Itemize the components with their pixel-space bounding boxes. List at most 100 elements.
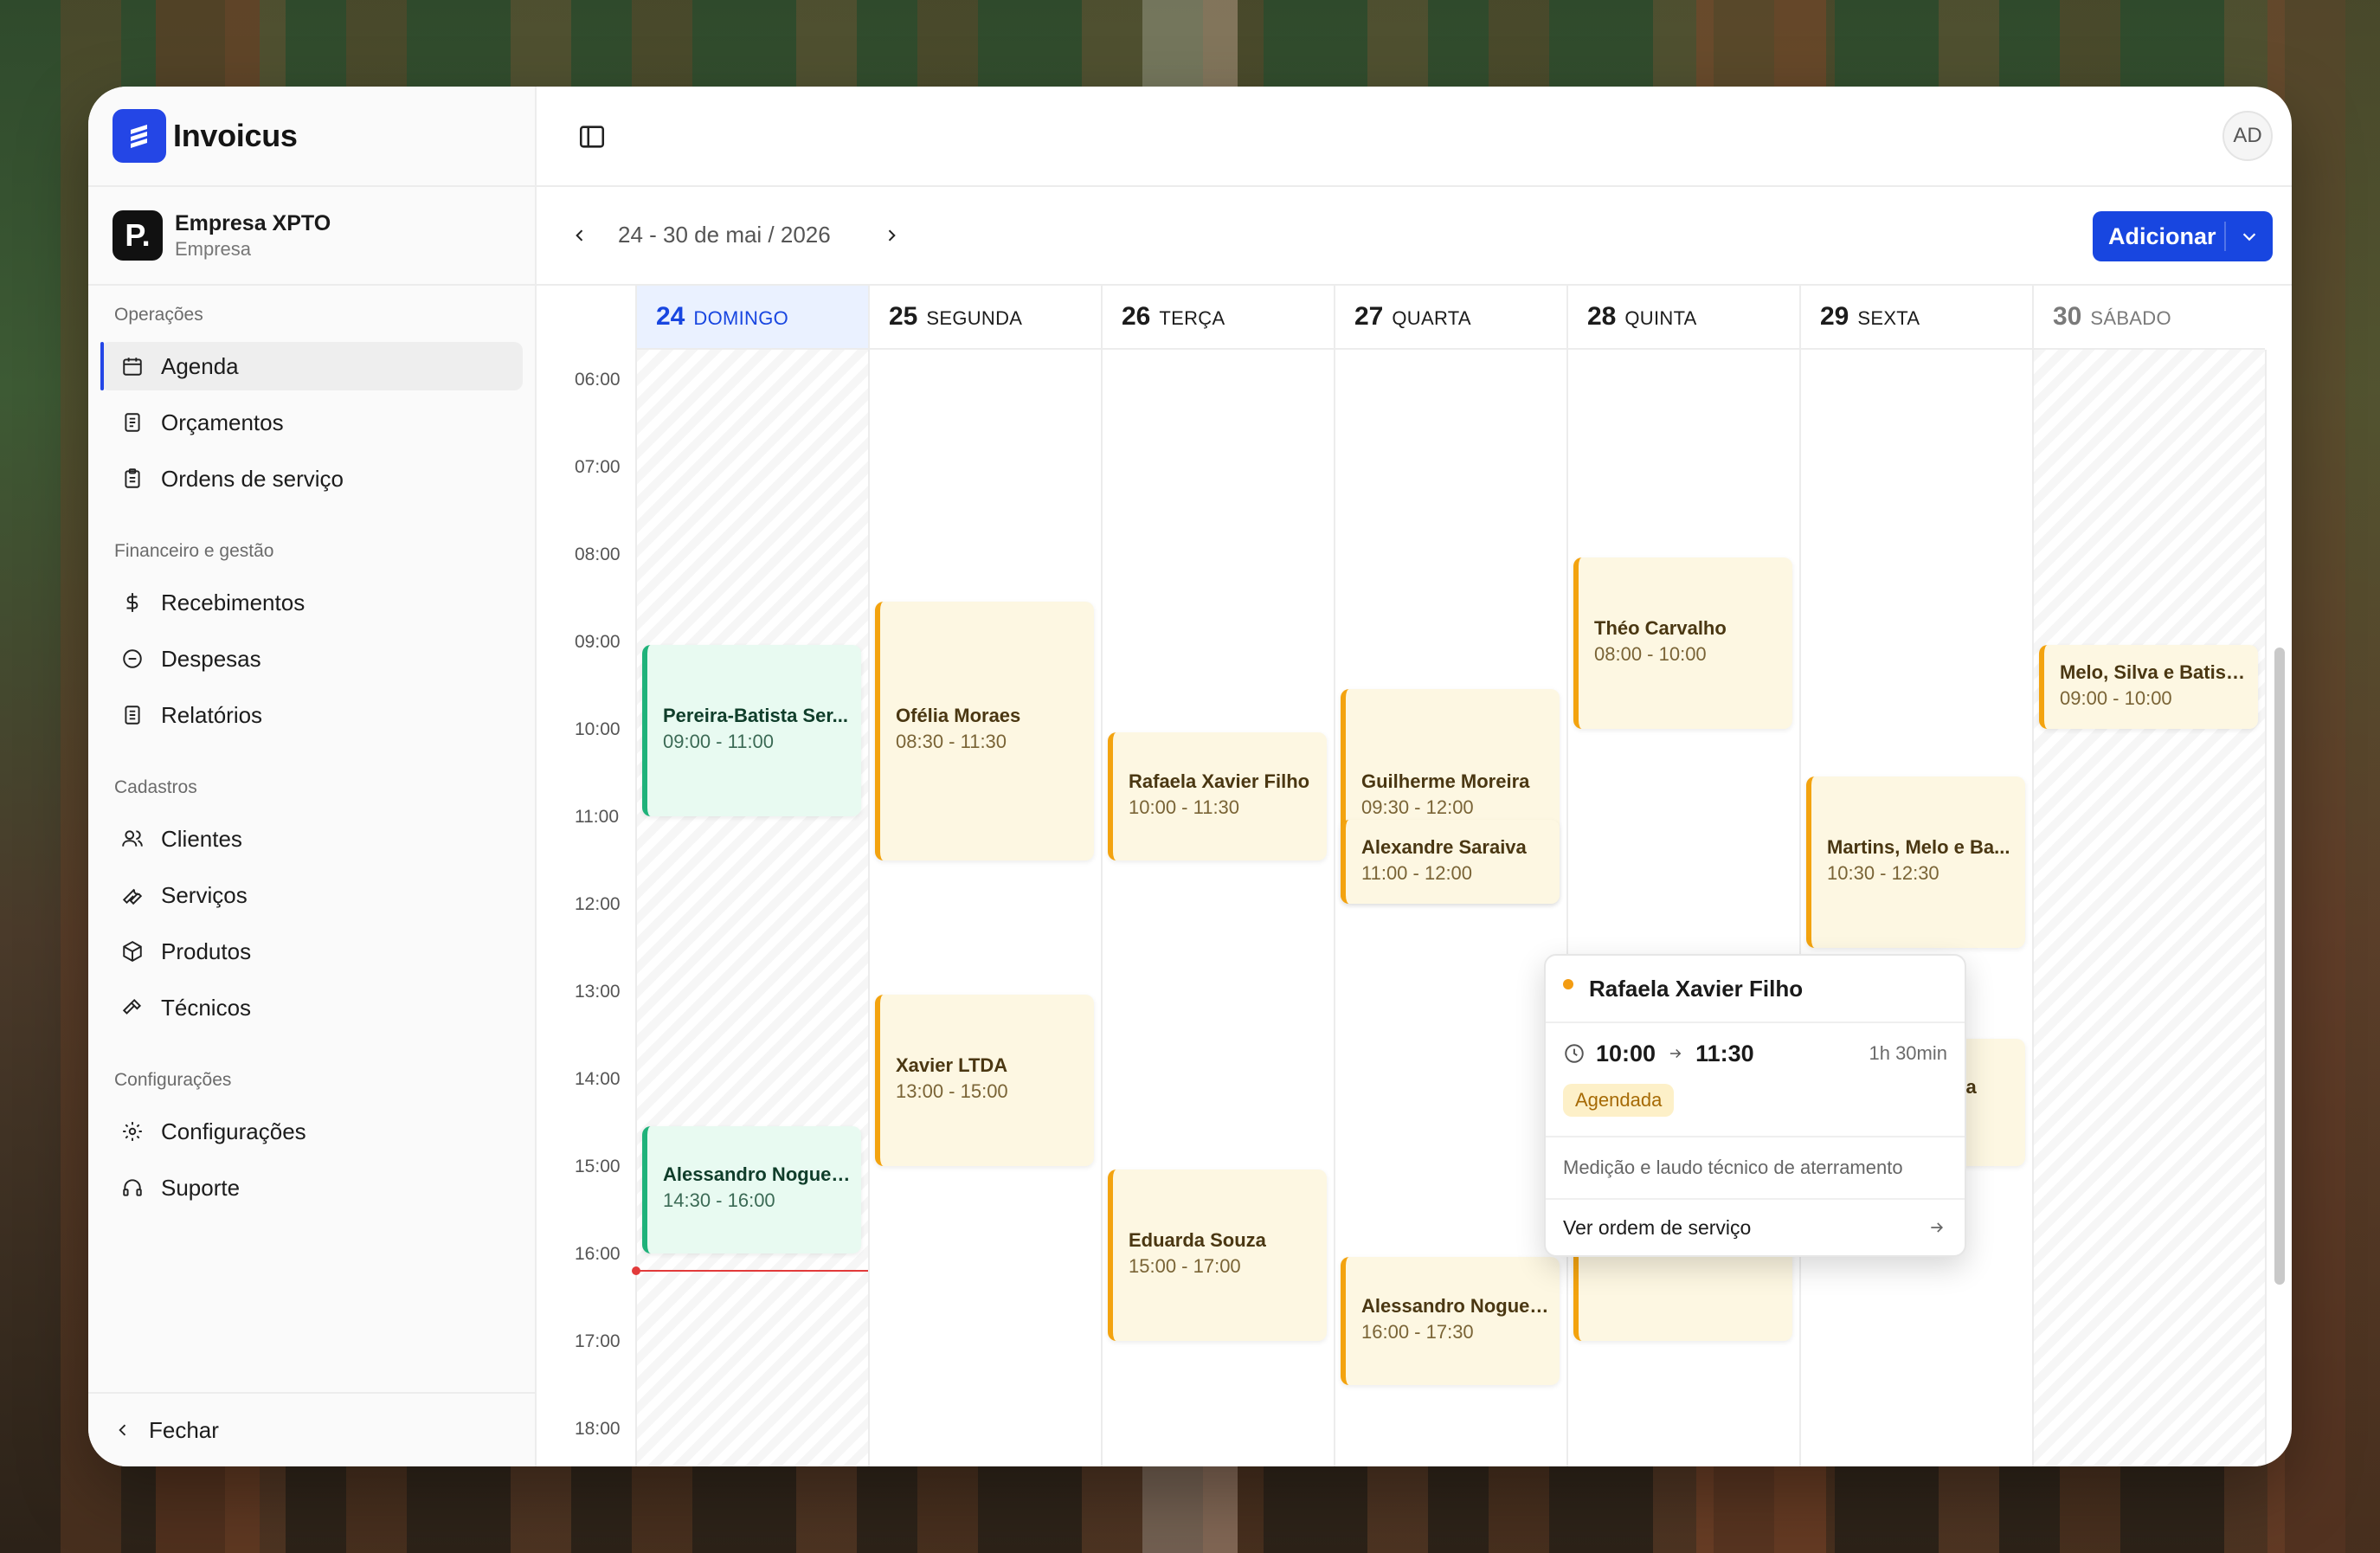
package-icon — [119, 938, 145, 964]
add-button[interactable]: Adicionar — [2093, 211, 2273, 261]
event-time: 14:30 - 16:00 — [663, 1189, 775, 1212]
day-column[interactable] — [2032, 350, 2265, 1466]
event-title: Théo Carvalho — [1594, 617, 1727, 639]
day-number: 30 — [2053, 302, 2082, 331]
sidebar-item-label: Configurações — [161, 1118, 306, 1144]
day-header[interactable]: 24 DOMINGO — [635, 286, 868, 350]
sidebar-item-despesas[interactable]: Despesas — [100, 635, 523, 683]
users-icon — [119, 826, 145, 852]
nav-section-title: Configurações — [114, 1070, 232, 1090]
weekday-name: SÁBADO — [2090, 307, 2171, 329]
sidebar: Invoicus P. Empresa XPTO Empresa Operaçõ… — [88, 87, 537, 1466]
sidebar-item-label: Produtos — [161, 938, 252, 964]
topbar: AD — [537, 87, 2292, 187]
calendar-event[interactable]: Eduarda Souza 15:00 - 17:00 — [1108, 1170, 1327, 1341]
clock-icon — [1563, 1042, 1586, 1065]
popover-time-row: 10:00 11:30 1h 30min — [1546, 1023, 1965, 1084]
company-name: Empresa XPTO — [175, 210, 331, 235]
day-header[interactable]: 26 TERÇA — [1101, 286, 1334, 350]
calendar-event[interactable]: Ofélia Moraes 08:30 - 11:30 — [875, 601, 1094, 860]
close-sidebar-label: Fechar — [149, 1416, 219, 1443]
sidebar-item-orcamentos[interactable]: Orçamentos — [100, 398, 523, 447]
sidebar-item-relatorios[interactable]: Relatórios — [100, 691, 523, 739]
weekday-name: DOMINGO — [693, 307, 789, 329]
headset-icon — [119, 1175, 145, 1201]
hour-label: 06:00 — [575, 370, 621, 390]
sidebar-item-produtos[interactable]: Produtos — [100, 927, 523, 976]
sidebar-item-ordens-de-servico[interactable]: Ordens de serviço — [100, 454, 523, 503]
hour-label: 09:00 — [575, 632, 621, 652]
sidebar-item-tecnicos[interactable]: Técnicos — [100, 983, 523, 1032]
gear-icon — [119, 1118, 145, 1144]
day-header[interactable]: 29 SEXTA — [1799, 286, 2032, 350]
popover-description: Medição e laudo técnico de aterramento — [1546, 1136, 1965, 1198]
avatar[interactable]: AD — [2222, 111, 2273, 161]
popover-title: Rafaela Xavier Filho — [1589, 975, 1804, 1002]
nav-section-title: Financeiro e gestão — [114, 541, 274, 561]
sidebar-item-label: Técnicos — [161, 994, 252, 1021]
report-icon — [119, 702, 145, 728]
day-header[interactable]: 27 QUARTA — [1334, 286, 1566, 350]
view-service-order-link[interactable]: Ver ordem de serviço — [1546, 1198, 1965, 1255]
company-switcher[interactable]: P. Empresa XPTO Empresa — [88, 187, 535, 286]
company-badge: P. — [113, 210, 163, 261]
calendar-event[interactable]: Théo Carvalho 08:00 - 10:00 — [1573, 557, 1792, 729]
sidebar-item-label: Recebimentos — [161, 589, 306, 615]
prev-week-button[interactable] — [564, 220, 595, 251]
calendar-toolbar: 24 - 30 de mai / 2026 Adicionar — [537, 187, 2292, 286]
popover-duration: 1h 30min — [1869, 1042, 1947, 1064]
sidebar-item-suporte[interactable]: Suporte — [100, 1163, 523, 1212]
day-header[interactable]: 28 QUINTA — [1566, 286, 1799, 350]
chevron-down-icon[interactable] — [2240, 227, 2259, 246]
calendar-event[interactable]: Martins, Melo e Ba... 10:30 - 12:30 — [1806, 776, 2025, 948]
current-time-dot — [632, 1266, 640, 1275]
sidebar-toggle-icon[interactable] — [575, 121, 609, 152]
sidebar-item-clientes[interactable]: Clientes — [100, 815, 523, 863]
popover-end-time: 11:30 — [1695, 1040, 1754, 1066]
calendar-scrollbar[interactable] — [2274, 648, 2285, 1285]
calendar-event[interactable]: Xavier LTDA 13:00 - 15:00 — [875, 995, 1094, 1166]
sidebar-item-agenda[interactable]: Agenda — [100, 342, 523, 390]
weekday-name: QUINTA — [1624, 307, 1697, 329]
calendar-event[interactable]: Alessandro Nogueira 14:30 - 16:00 — [642, 1125, 861, 1253]
calendar-event[interactable]: Alessandro Nogueira 16:00 - 17:30 — [1341, 1257, 1560, 1385]
event-time: 11:00 - 12:00 — [1361, 861, 1473, 884]
clipboard-icon — [119, 466, 145, 492]
event-title: Xavier LTDA — [896, 1054, 1008, 1076]
calendar-event[interactable]: Alexandre Saraiva 11:00 - 12:00 — [1341, 820, 1560, 904]
day-number: 27 — [1354, 302, 1384, 331]
event-time: 08:00 - 10:00 — [1594, 643, 1707, 665]
app-window: Invoicus P. Empresa XPTO Empresa Operaçõ… — [88, 87, 2292, 1466]
sidebar-item-label: Orçamentos — [161, 409, 284, 435]
next-week-button[interactable] — [876, 220, 907, 251]
calendar-event[interactable]: Melo, Silva e Batist... 09:00 - 10:00 — [2039, 645, 2258, 729]
event-title: Alessandro Nogueira — [663, 1163, 851, 1186]
day-header[interactable]: 30 SÁBADO — [2032, 286, 2265, 350]
calendar-event[interactable]: Pereira-Batista Ser... 09:00 - 11:00 — [642, 645, 861, 816]
sidebar-item-servicos[interactable]: Serviços — [100, 871, 523, 919]
hour-label: 18:00 — [575, 1419, 621, 1439]
event-title: Rafaela Xavier Filho — [1129, 770, 1310, 792]
popover-start-time: 10:00 — [1596, 1040, 1656, 1066]
current-time-line — [635, 1269, 868, 1272]
company-type: Empresa — [175, 237, 252, 260]
nav-section-title: Operações — [114, 305, 203, 325]
calendar-event[interactable]: Rafaela Xavier Filho 10:00 - 11:30 — [1108, 732, 1327, 860]
close-sidebar-button[interactable]: Fechar — [88, 1392, 535, 1466]
day-number: 28 — [1587, 302, 1617, 331]
event-title: Guilherme Moreira — [1361, 770, 1530, 792]
day-column[interactable] — [635, 350, 868, 1466]
sidebar-item-recebimentos[interactable]: Recebimentos — [100, 578, 523, 627]
hour-label: 11:00 — [575, 807, 619, 827]
event-time: 08:30 - 11:30 — [896, 731, 1007, 752]
day-header[interactable]: 25 SEGUNDA — [868, 286, 1101, 350]
day-column[interactable] — [868, 350, 1101, 1466]
dollar-icon — [119, 590, 145, 615]
sidebar-item-label: Serviços — [161, 881, 248, 908]
logo-row: Invoicus — [88, 87, 535, 187]
sidebar-item-configuracoes[interactable]: Configurações — [100, 1107, 523, 1156]
hour-label: 13:00 — [575, 982, 621, 1002]
day-number: 26 — [1122, 302, 1151, 331]
status-dot-icon — [1563, 979, 1573, 989]
hour-label: 15:00 — [575, 1157, 621, 1176]
